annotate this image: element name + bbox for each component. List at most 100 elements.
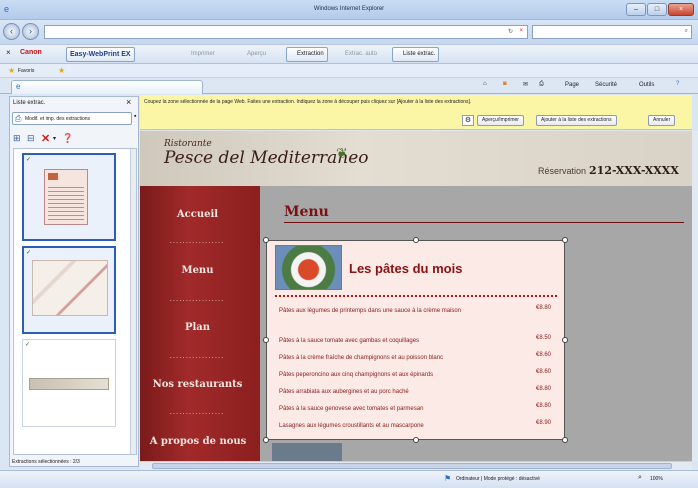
extraction-button[interactable]: Extraction: [286, 47, 328, 62]
nav-divider: .................: [169, 407, 225, 416]
safety-menu[interactable]: Sécurité: [595, 82, 617, 88]
reservation-label: Réservation: [538, 166, 587, 176]
menu-item-name: Pâtes peperoncino aux cinq champignons e…: [279, 372, 434, 378]
menu-item-row: Pâtes à la sauce tomate avec gambas et c…: [279, 335, 559, 347]
menu-item-row: Pâtes arrabiata aux aubergines et au por…: [279, 386, 559, 398]
address-bar-row: ‹ › ↻ × ⌕: [0, 20, 698, 44]
checkbox-checked-icon[interactable]: ✓: [26, 156, 31, 163]
edit-print-icon: ⎙: [15, 114, 22, 123]
search-input[interactable]: ⌕: [532, 25, 692, 39]
checkbox-checked-icon[interactable]: ✓: [25, 341, 30, 348]
deselect-all-icon[interactable]: ⊟: [27, 133, 35, 144]
resize-handle-right[interactable]: [562, 337, 568, 343]
stop-icon[interactable]: ×: [519, 28, 523, 34]
delete-icon[interactable]: ✕: [41, 132, 50, 145]
select-all-icon[interactable]: ⊞: [13, 133, 21, 144]
forward-icon[interactable]: ›: [22, 23, 39, 40]
nav-divider: .................: [169, 351, 225, 360]
resize-handle-top[interactable]: [413, 237, 419, 243]
nav-item-restaurants[interactable]: Nos restaurants: [140, 379, 255, 390]
menu-item-name: Pâtes arrabiata aux aubergines et au por…: [279, 389, 409, 395]
resize-handle-bottom-right[interactable]: [562, 437, 568, 443]
security-zone[interactable]: Ordinateur | Mode protégé : désactivé: [456, 476, 540, 482]
nav-item-about[interactable]: A propos de nous: [144, 436, 252, 448]
pane-toolbar: ⊞ ⊟ ✕ ▾ ❓: [12, 133, 136, 145]
delete-dropdown-icon[interactable]: ▾: [53, 135, 56, 142]
title-bar: e Windows Internet Explorer – □ ×: [0, 0, 698, 20]
clip-thumbnail[interactable]: ✓: [22, 339, 116, 427]
address-input[interactable]: ↻ ×: [44, 25, 528, 39]
pane-tab-close-icon[interactable]: ▪: [134, 113, 136, 120]
thumbnail-preview: [44, 169, 88, 225]
help-circle-icon[interactable]: ❓: [62, 133, 73, 144]
menu-underline: [284, 222, 684, 223]
thumbnail-scrollbar[interactable]: [130, 149, 136, 454]
selection-count: Extractions sélectionnées : 2/3: [12, 459, 80, 465]
reservation-phone: 212-XXX-XXXX: [589, 164, 679, 177]
tools-menu[interactable]: Outils: [639, 82, 654, 88]
menu-heading: Menu: [284, 204, 329, 220]
horizontal-scroll-thumb[interactable]: [152, 463, 672, 469]
info-message: Coupez la zone sélectionnée de la page W…: [144, 99, 472, 105]
auto-extract-button[interactable]: Extrac. auto: [334, 47, 381, 62]
page-vertical-scrollbar[interactable]: [692, 131, 698, 461]
add-favorite-icon[interactable]: ★: [58, 66, 65, 75]
menu-item-price: €8.60: [535, 369, 551, 375]
browser-tab[interactable]: e: [11, 80, 203, 94]
pane-close-icon[interactable]: ×: [126, 97, 131, 107]
cancel-button[interactable]: Annuler: [648, 115, 676, 126]
thumbnail-list: ✓ ✓ ✓: [13, 148, 137, 455]
selected-extraction-region[interactable]: Les pâtes du mois Pâtes aux légumes de p…: [263, 237, 568, 443]
feeds-icon[interactable]: ◙: [503, 81, 507, 87]
thumbnail-food: [48, 173, 58, 180]
plugin-close-icon[interactable]: ×: [6, 48, 11, 57]
clip-list-button[interactable]: Liste extrac.: [392, 47, 440, 62]
menu-item-name: Lasagnes aux légumes croustillants et au…: [279, 423, 424, 429]
thumbnail-lines: [48, 184, 84, 220]
resize-handle-bottom[interactable]: [413, 437, 419, 443]
menu-item-name: Pâtes aux légumes de printemps dans une …: [279, 308, 462, 314]
site-header: Ristorante Pesce del Mediterraneo ❦ Rése…: [140, 131, 692, 186]
zoom-icon[interactable]: ⌕: [638, 474, 642, 482]
resize-handle-left[interactable]: [263, 337, 269, 343]
page-horizontal-scrollbar[interactable]: [140, 461, 692, 470]
dotted-separator: [275, 295, 557, 297]
thumbnail-strip: [272, 443, 342, 461]
clip-thumbnail[interactable]: ✓: [22, 153, 116, 241]
mail-icon[interactable]: ✉: [523, 81, 528, 88]
print-icon[interactable]: ⎙: [539, 81, 544, 88]
zoom-level[interactable]: 100%: [650, 476, 663, 482]
maximize-button[interactable]: □: [647, 3, 667, 16]
help-icon[interactable]: ?: [676, 81, 679, 87]
nav-item-accueil[interactable]: Accueil: [140, 209, 255, 220]
back-icon[interactable]: ‹: [3, 23, 20, 40]
search-icon[interactable]: ⌕: [685, 28, 688, 35]
nav-item-menu[interactable]: Menu: [140, 265, 255, 276]
pane-title: Liste extrac.: [13, 100, 46, 106]
clip-thumbnail[interactable]: ✓: [22, 246, 116, 334]
settings-icon[interactable]: ⚙: [462, 115, 474, 126]
resize-handle-bottom-left[interactable]: [263, 437, 269, 443]
minimize-button[interactable]: –: [626, 3, 646, 16]
pasta-photo: [275, 245, 342, 290]
plugin-menu-button[interactable]: Easy-WebPrint EX: [66, 47, 135, 62]
preview-button[interactable]: Aperçu: [236, 47, 270, 62]
nav-item-plan[interactable]: Plan: [140, 322, 255, 333]
menu-item-price: €8.80: [535, 305, 551, 311]
resize-handle-top-left[interactable]: [263, 237, 269, 243]
favorites-button[interactable]: Favoris: [18, 68, 34, 74]
preview-print-button[interactable]: Aperçu/Imprimer: [477, 115, 524, 126]
home-icon[interactable]: ⌂: [483, 81, 487, 87]
checkbox-checked-icon[interactable]: ✓: [26, 249, 31, 256]
edit-print-tab[interactable]: ⎙ Modif. et imp. des extractions: [12, 112, 132, 125]
menu-item-row: Pâtes peperoncino aux cinq champignons e…: [279, 369, 559, 381]
menu-item-price: €8.80: [535, 386, 551, 392]
add-to-list-button[interactable]: Ajouter à la liste des extractions: [536, 115, 617, 126]
close-button[interactable]: ×: [668, 3, 694, 16]
page-menu[interactable]: Page: [565, 82, 579, 88]
menu-item-name: Pâtes à la crème fraîche de champignons …: [279, 355, 444, 361]
print-button[interactable]: Imprimer: [180, 47, 219, 62]
menu-item-name: Pâtes à la sauce genovese avec tomates e…: [279, 406, 424, 412]
resize-handle-top-right[interactable]: [562, 237, 568, 243]
refresh-icon[interactable]: ↻: [508, 28, 513, 35]
